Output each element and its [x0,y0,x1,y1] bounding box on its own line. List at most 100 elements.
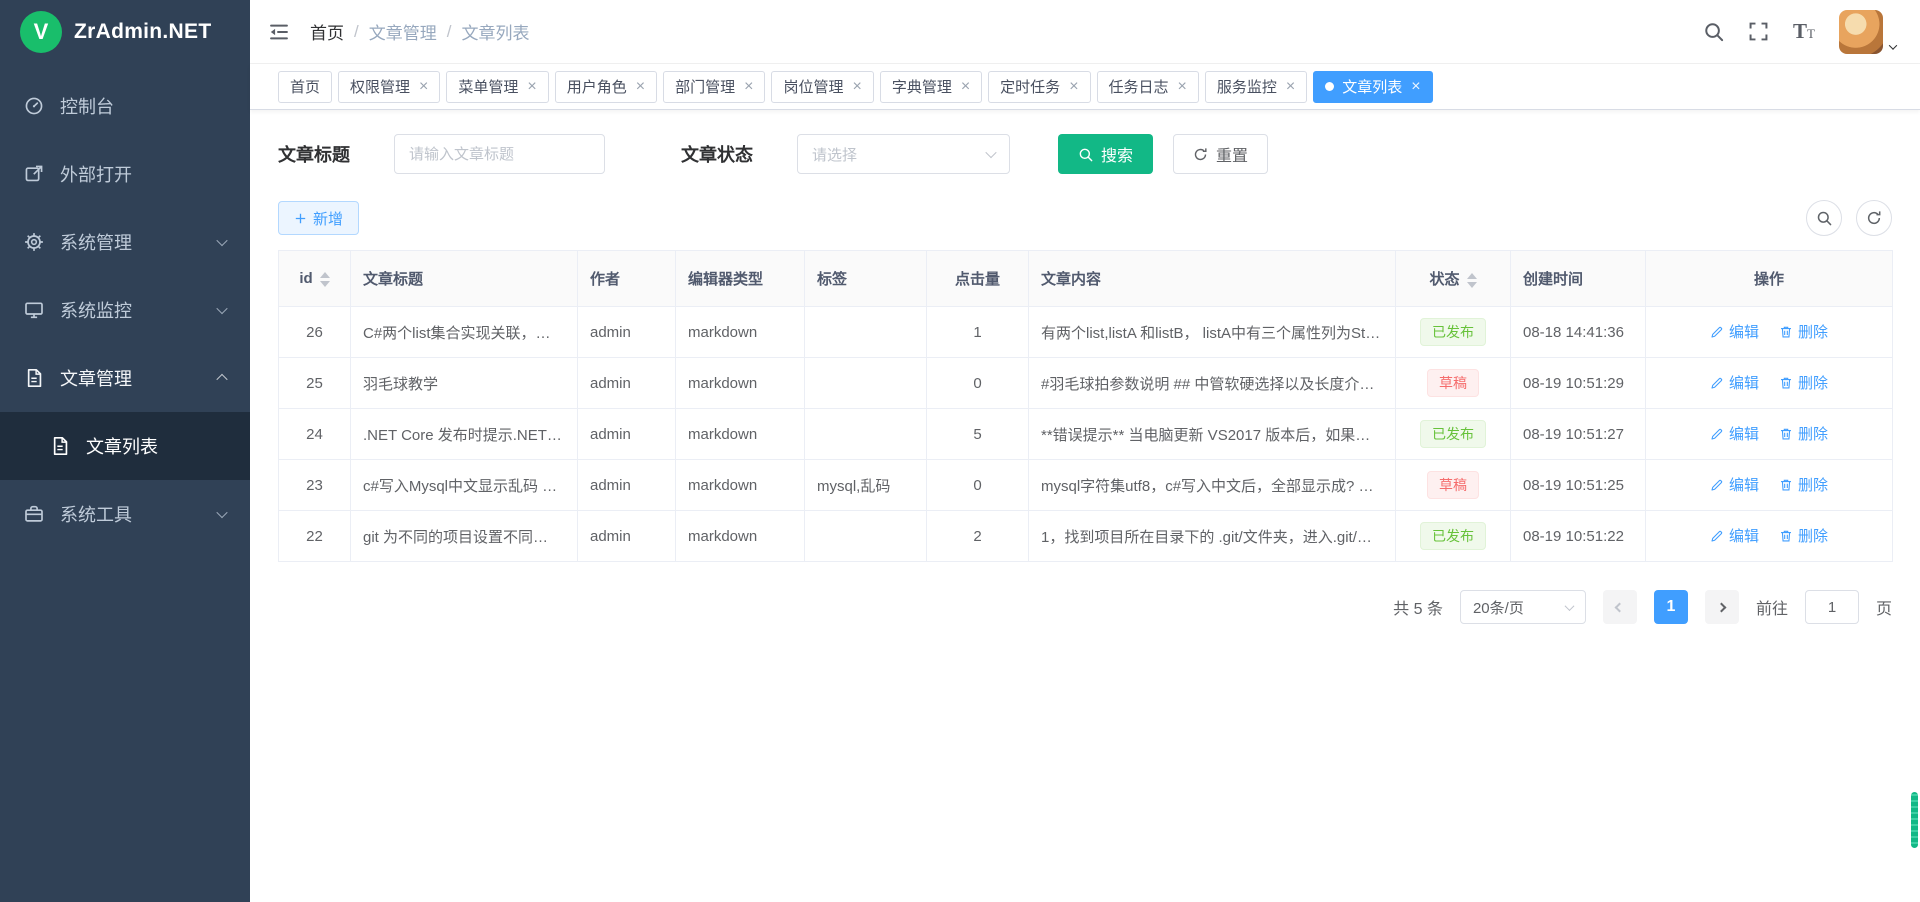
column-header[interactable]: 状态 [1396,251,1511,307]
close-icon[interactable]: × [1411,79,1420,95]
tab-item[interactable]: 岗位管理× [771,71,873,103]
breadcrumb-item[interactable]: 文章管理 [369,19,437,44]
close-icon[interactable]: × [1069,79,1078,95]
app-title: ZrAdmin.NET [74,20,211,44]
status-badge: 已发布 [1420,522,1486,550]
cell-clicks: 0 [927,358,1029,409]
external-link-icon [24,164,44,184]
sidebar-item-article[interactable]: 文章管理 [0,344,250,412]
edit-button[interactable]: 编辑 [1710,321,1759,342]
close-icon[interactable]: × [527,79,536,95]
edit-button[interactable]: 编辑 [1710,525,1759,546]
cell-author: admin [578,409,676,460]
user-menu[interactable] [1839,10,1896,54]
edit-button[interactable]: 编辑 [1710,372,1759,393]
app-root: V ZrAdmin.NET 控制台外部打开系统管理系统监控文章管理文章列表系统工… [0,0,1920,902]
search-icon [1816,210,1832,226]
delete-button[interactable]: 删除 [1779,525,1828,546]
status-filter-select[interactable]: 请选择 [797,134,1010,174]
delete-button[interactable]: 删除 [1779,474,1828,495]
cell-content: mysql字符集utf8，c#写入中文后，全部显示成? … [1029,460,1396,511]
sidebar-item-external[interactable]: 外部打开 [0,140,250,208]
table-row: 25羽毛球教学adminmarkdown0#羽毛球拍参数说明 ## 中管软硬选择… [279,358,1893,409]
status-filter-label: 文章状态 [681,141,753,167]
tab-item[interactable]: 服务监控× [1205,71,1307,103]
topbar: 首页/文章管理/文章列表 TT [250,0,1920,64]
refresh-table-button[interactable] [1856,200,1892,236]
trash-icon [1779,325,1793,339]
tab-label: 定时任务 [1000,76,1060,97]
tab-item[interactable]: 菜单管理× [446,71,548,103]
logo[interactable]: V ZrAdmin.NET [0,0,250,64]
sort-icon[interactable] [1467,273,1477,288]
delete-button[interactable]: 删除 [1779,372,1828,393]
tab-item[interactable]: 首页 [278,71,332,103]
chevron-down-icon [1889,41,1897,49]
tab-item[interactable]: 文章列表× [1313,71,1432,103]
scrollbar-thumb[interactable] [1911,792,1918,848]
page-number-button[interactable]: 1 [1654,590,1688,624]
breadcrumb-item[interactable]: 首页 [310,19,344,44]
goto-page-input[interactable] [1805,590,1859,624]
cell-actions: 编辑删除 [1646,409,1893,460]
tab-item[interactable]: 权限管理× [338,71,440,103]
sidebar-item-dashboard[interactable]: 控制台 [0,72,250,140]
sidebar-collapse-button[interactable] [268,21,290,43]
column-header-label: 作者 [590,271,620,288]
breadcrumb-separator: / [447,22,452,42]
cell-author: admin [578,358,676,409]
sidebar-item-label: 系统工具 [60,501,132,527]
prev-page-button[interactable] [1603,590,1637,624]
tab-item[interactable]: 用户角色 × [555,71,657,103]
title-filter-input[interactable] [394,134,605,174]
close-icon[interactable]: × [961,79,970,95]
add-button[interactable]: 新增 [278,201,359,235]
cell-status: 草稿 [1396,358,1511,409]
delete-button[interactable]: 删除 [1779,423,1828,444]
tab-item[interactable]: 定时任务 × [988,71,1090,103]
close-icon[interactable]: × [1286,79,1295,95]
sidebar-item-article-list[interactable]: 文章列表 [0,412,250,480]
search-button[interactable]: 搜索 [1058,134,1153,174]
tab-item[interactable]: 任务日志 × [1097,71,1199,103]
edit-button[interactable]: 编辑 [1710,474,1759,495]
cell-editor-type: markdown [676,511,805,562]
column-header-label: 点击量 [955,271,1000,288]
refresh-icon [1193,147,1208,162]
close-icon[interactable]: × [636,79,645,95]
tab-item[interactable]: 部门管理× [663,71,765,103]
edit-button[interactable]: 编辑 [1710,423,1759,444]
next-page-button[interactable] [1705,590,1739,624]
column-header-label: id [299,270,312,287]
close-icon[interactable]: × [852,79,861,95]
close-icon[interactable]: × [744,79,753,95]
delete-button[interactable]: 删除 [1779,321,1828,342]
reset-button[interactable]: 重置 [1173,134,1268,174]
sidebar-item-tools[interactable]: 系统工具 [0,480,250,548]
page-size-select[interactable]: 20条/页 [1460,590,1586,624]
status-badge: 草稿 [1427,369,1479,397]
sort-icon[interactable] [320,272,330,287]
cell-editor-type: markdown [676,460,805,511]
column-header: 作者 [578,251,676,307]
close-icon[interactable]: × [1178,79,1187,95]
column-header[interactable]: id [279,251,351,307]
search-icon[interactable] [1703,21,1724,42]
avatar[interactable] [1839,10,1883,54]
pagination-total: 共 5 条 [1393,595,1443,619]
tab-label: 用户角色 [567,76,627,97]
tab-label: 任务日志 [1109,76,1169,97]
cell-content: #羽毛球拍参数说明 ## 中管软硬选择以及长度介… [1029,358,1396,409]
tab-item[interactable]: 字典管理× [880,71,982,103]
tab-label: 首页 [290,76,320,97]
toggle-search-button[interactable] [1806,200,1842,236]
chevron-down-icon [216,303,227,314]
font-size-icon[interactable]: TT [1793,21,1815,42]
cell-title: .NET Core 发布时提示.NET… [351,409,578,460]
sidebar-item-label: 系统管理 [60,229,132,255]
close-icon[interactable]: × [419,79,428,95]
sidebar-item-system[interactable]: 系统管理 [0,208,250,276]
fullscreen-icon[interactable] [1748,21,1769,42]
sidebar-item-monitor[interactable]: 系统监控 [0,276,250,344]
goto-label: 前往 [1756,595,1788,619]
